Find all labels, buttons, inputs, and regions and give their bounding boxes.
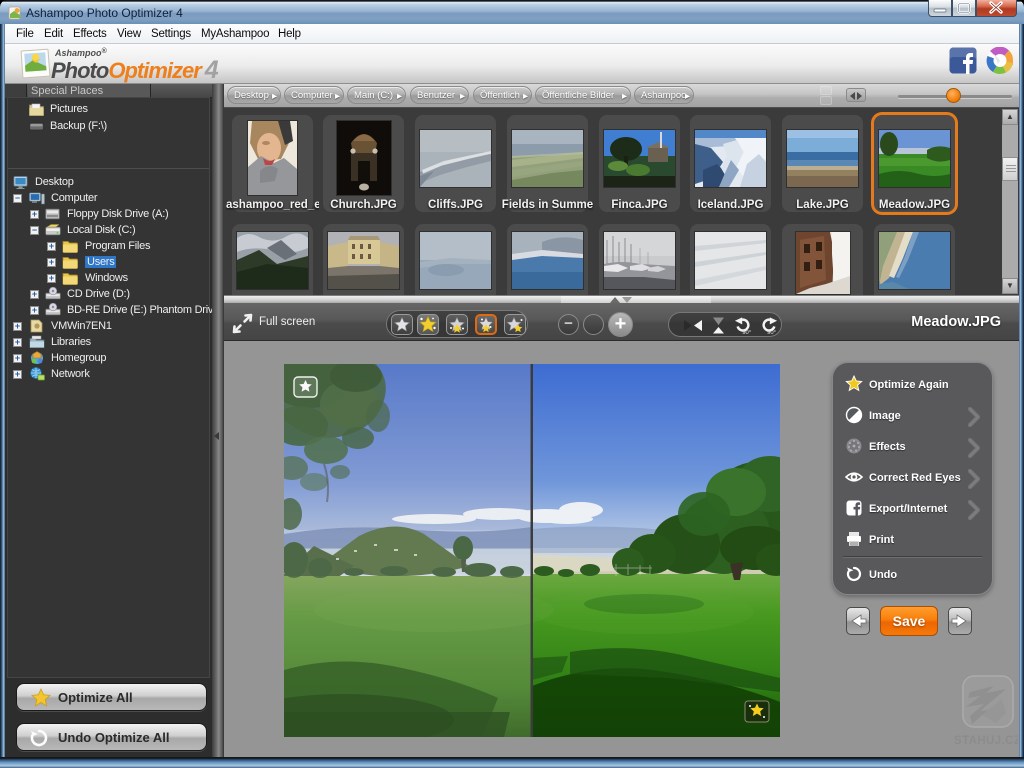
- svg-text:90°: 90°: [742, 330, 751, 335]
- svg-text:STAHUJ.CZ: STAHUJ.CZ: [954, 735, 1018, 747]
- svg-text:90°: 90°: [767, 330, 776, 335]
